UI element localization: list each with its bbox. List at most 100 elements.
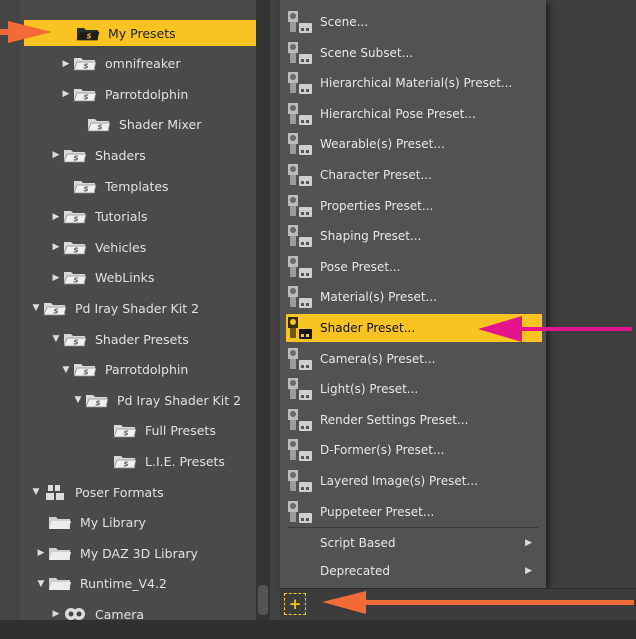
shader-folder-icon: S (113, 423, 137, 438)
scene-preset-icon (286, 9, 314, 35)
tree-item-full-presets[interactable]: S Full Presets (20, 418, 216, 444)
tree-item-omnifreaker[interactable]: ▶ S omnifreaker (20, 51, 181, 77)
properties-icon (286, 193, 314, 219)
menu-item-label: Shaping Preset... (320, 229, 422, 244)
menu-item-wearable-s-preset[interactable]: Wearable(s) Preset... (286, 130, 542, 158)
tree-item-parrotdolphin[interactable]: ▶ S Parrotdolphin (20, 81, 189, 107)
menu-item-label: Scene Subset... (320, 45, 414, 60)
svg-text:S: S (73, 154, 78, 162)
svg-text:S: S (73, 338, 78, 346)
folder-icon (48, 546, 72, 561)
tree-item-label: Shaders (95, 147, 146, 163)
menu-item-d-former-s-preset[interactable]: D-Former(s) Preset... (286, 436, 542, 464)
tree-item-label: Tutorials (95, 209, 148, 225)
tree-item-shaders[interactable]: ▶ S Shaders (20, 142, 146, 168)
collapse-arrow-icon[interactable]: ▼ (36, 579, 46, 589)
tree-item-poser-formats[interactable]: ▼ Poser Formats (20, 479, 164, 505)
expand-arrow-icon[interactable]: ▶ (61, 59, 71, 69)
menu-item-properties-preset[interactable]: Properties Preset... (286, 192, 542, 220)
tree-item-label: Shader Mixer (119, 117, 202, 133)
character-icon (286, 162, 314, 188)
svg-text:S: S (73, 277, 78, 285)
menu-item-character-preset[interactable]: Character Preset... (286, 161, 542, 189)
menu-item-hierarchical-pose-preset[interactable]: Hierarchical Pose Preset... (286, 100, 542, 128)
svg-text:S: S (83, 63, 88, 71)
collapse-arrow-icon[interactable]: ▼ (31, 303, 41, 313)
tree-item-label: Pd Iray Shader Kit 2 (117, 392, 242, 408)
tree-item-my-daz-3d-library[interactable]: ▶ My DAZ 3D Library (20, 540, 198, 566)
folder-icon (48, 576, 72, 591)
tree-item-label: My Presets (108, 25, 176, 41)
tree-item-label: Poser Formats (75, 484, 164, 500)
tree-item-shader-presets[interactable]: ▼ S Shader Presets (20, 326, 189, 352)
tree-scrollbar[interactable] (256, 0, 270, 620)
tree-item-parrotdolphin[interactable]: ▼ S Parrotdolphin (20, 357, 189, 383)
menu-item-label: Scene... (320, 15, 369, 29)
menu-item-light-s-preset[interactable]: Light(s) Preset... (286, 375, 542, 403)
background-panel (546, 0, 636, 588)
shader-folder-icon: S (43, 301, 67, 316)
left-panel-strip (0, 0, 21, 639)
menu-item-camera-s-preset[interactable]: Camera(s) Preset... (286, 345, 542, 373)
shader-folder-icon: S (85, 393, 109, 408)
menu-item-scene[interactable]: Scene... (286, 8, 542, 36)
menu-item-pose-preset[interactable]: Pose Preset... (286, 253, 542, 281)
menu-item-label: Shader Preset... (320, 321, 416, 335)
shader-folder-icon: S (113, 454, 137, 469)
svg-text:S: S (95, 399, 100, 407)
expand-arrow-icon[interactable]: ▶ (51, 242, 61, 252)
expand-arrow-icon[interactable]: ▶ (51, 150, 61, 160)
tree-item-label: My Library (80, 515, 146, 531)
menu-item-render-settings-preset[interactable]: Render Settings Preset... (286, 406, 542, 434)
collapse-arrow-icon[interactable]: ▼ (73, 395, 83, 405)
tree-item-vehicles[interactable]: ▶ S Vehicles (20, 234, 147, 260)
menu-item-label: Character Preset... (320, 168, 432, 182)
shader-folder-icon: S (87, 117, 111, 132)
expand-arrow-icon[interactable]: ▶ (61, 89, 71, 99)
collapse-arrow-icon[interactable]: ▼ (51, 334, 61, 344)
bottom-toolbar: + (280, 588, 636, 621)
tree-item-label: Pd Iray Shader Kit 2 (75, 300, 200, 316)
collapse-arrow-icon[interactable]: ▼ (31, 487, 41, 497)
scrollbar-thumb[interactable] (258, 585, 268, 615)
svg-text:S: S (73, 246, 78, 254)
menu-item-shader-preset[interactable]: Shader Preset... (286, 314, 542, 342)
expand-arrow-icon[interactable]: ▶ (51, 609, 61, 619)
tree-item-weblinks[interactable]: ▶ S WebLinks (20, 265, 155, 291)
pose-icon (286, 254, 314, 280)
menu-separator (288, 527, 538, 528)
tree-item-shader-mixer[interactable]: S Shader Mixer (20, 112, 201, 138)
shader-preset-icon (286, 315, 314, 341)
menu-item-scene-subset[interactable]: Scene Subset... (286, 39, 542, 67)
submenu-script-based[interactable]: Script Based ▶ (286, 530, 542, 556)
add-preset-button[interactable]: + (284, 593, 306, 615)
tree-item-my-library[interactable]: My Library (20, 510, 146, 536)
tree-item-templates[interactable]: S Templates (20, 173, 169, 199)
menu-item-material-s-preset[interactable]: Material(s) Preset... (286, 283, 542, 311)
expand-arrow-icon[interactable]: ▶ (51, 273, 61, 283)
tree-item-l-i-e-presets[interactable]: S L.I.E. Presets (20, 448, 225, 474)
menu-item-shaping-preset[interactable]: Shaping Preset... (286, 222, 542, 250)
expand-arrow-icon[interactable]: ▶ (51, 212, 61, 222)
tree-item-label: Templates (105, 178, 169, 194)
svg-text:S: S (53, 307, 58, 315)
content-library-tree: S My Presets ▶ S omnifreaker ▶ S Parrotdol… (20, 0, 296, 622)
tree-item-label: L.I.E. Presets (145, 453, 225, 469)
status-bar (0, 620, 636, 639)
menu-item-layered-image-s-preset[interactable]: Layered Image(s) Preset... (286, 467, 542, 495)
menu-item-label: Render Settings Preset... (320, 412, 469, 427)
submenu-deprecated[interactable]: Deprecated ▶ (286, 558, 542, 584)
tree-item-runtime-v4-2[interactable]: ▼ Runtime_V4.2 (20, 571, 167, 597)
menu-item-puppeteer-preset[interactable]: Puppeteer Preset... (286, 498, 542, 526)
submenu-label: Script Based (320, 536, 396, 550)
expand-arrow-icon[interactable]: ▶ (36, 548, 46, 558)
collapse-arrow-icon[interactable]: ▼ (61, 365, 71, 375)
menu-item-hierarchical-material-s-preset[interactable]: Hierarchical Material(s) Preset... (286, 69, 542, 97)
folder-icon (48, 515, 72, 530)
tree-item-pd-iray-shader-kit-2[interactable]: ▼ S Pd Iray Shader Kit 2 (20, 387, 242, 413)
tree-item-tutorials[interactable]: ▶ S Tutorials (20, 204, 148, 230)
tree-item-pd-iray-shader-kit-2[interactable]: ▼ S Pd Iray Shader Kit 2 (20, 295, 200, 321)
shader-folder-icon: S (73, 87, 97, 102)
svg-text:S: S (86, 32, 91, 40)
svg-text:S: S (123, 430, 128, 438)
